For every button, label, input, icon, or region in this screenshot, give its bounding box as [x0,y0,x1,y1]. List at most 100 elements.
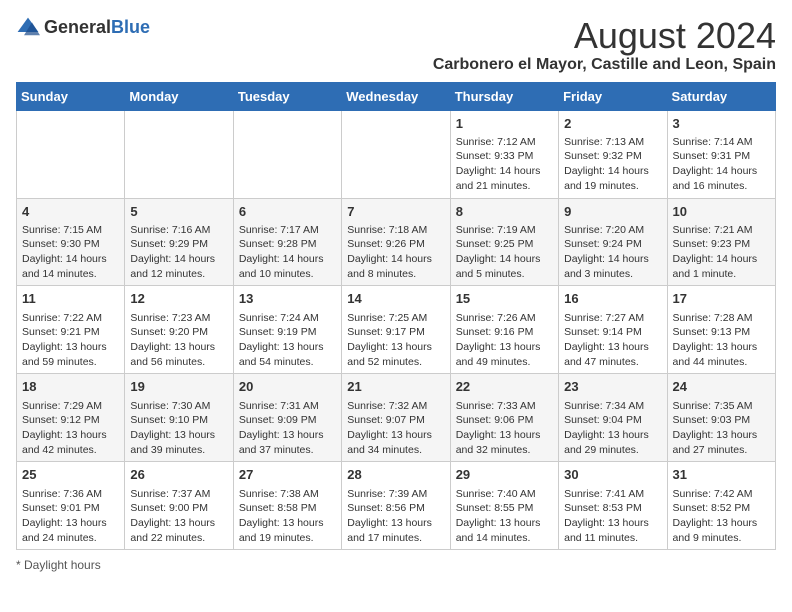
day-info: Sunrise: 7:33 AM [456,399,553,414]
day-info: Sunrise: 7:38 AM [239,487,336,502]
calendar-cell: 28Sunrise: 7:39 AMSunset: 8:56 PMDayligh… [342,462,450,550]
footer-text: Daylight hours [24,558,101,572]
day-info: Daylight: 13 hours and 29 minutes. [564,428,661,457]
day-number: 23 [564,378,661,396]
day-number: 7 [347,203,444,221]
day-info: Sunrise: 7:35 AM [673,399,770,414]
footer-note: * Daylight hours [16,558,776,572]
day-info: Sunrise: 7:19 AM [456,223,553,238]
day-info: Sunrise: 7:12 AM [456,135,553,150]
day-info: Daylight: 13 hours and 34 minutes. [347,428,444,457]
day-header-sunday: Sunday [17,82,125,110]
day-info: Sunrise: 7:20 AM [564,223,661,238]
day-info: Daylight: 14 hours and 19 minutes. [564,164,661,193]
day-info: Sunset: 9:09 PM [239,413,336,428]
day-header-thursday: Thursday [450,82,558,110]
day-info: Daylight: 14 hours and 21 minutes. [456,164,553,193]
day-info: Sunrise: 7:17 AM [239,223,336,238]
day-info: Sunrise: 7:37 AM [130,487,227,502]
day-info: Sunset: 9:03 PM [673,413,770,428]
day-number: 8 [456,203,553,221]
day-info: Sunset: 9:14 PM [564,325,661,340]
day-info: Daylight: 13 hours and 27 minutes. [673,428,770,457]
day-info: Sunrise: 7:24 AM [239,311,336,326]
day-info: Sunrise: 7:39 AM [347,487,444,502]
day-info: Sunset: 9:10 PM [130,413,227,428]
day-number: 19 [130,378,227,396]
day-number: 21 [347,378,444,396]
day-info: Sunset: 9:21 PM [22,325,119,340]
calendar-cell: 24 Sunrise: 7:35 AMSunset: 9:03 PMDayligh… [667,374,775,462]
day-info: Daylight: 13 hours and 49 minutes. [456,340,553,369]
logo: GeneralBlue [16,16,150,40]
week-row-4: 18Sunrise: 7:29 AMSunset: 9:12 PMDayligh… [17,374,776,462]
day-number: 4 [22,203,119,221]
calendar-cell: 18Sunrise: 7:29 AMSunset: 9:12 PMDayligh… [17,374,125,462]
day-header-saturday: Saturday [667,82,775,110]
week-row-3: 11Sunrise: 7:22 AMSunset: 9:21 PMDayligh… [17,286,776,374]
day-info: Sunrise: 7:31 AM [239,399,336,414]
day-number: 10 [673,203,770,221]
day-info: Sunset: 9:16 PM [456,325,553,340]
day-info: Sunset: 9:17 PM [347,325,444,340]
day-info: Daylight: 13 hours and 17 minutes. [347,516,444,545]
day-info: Sunrise: 7:30 AM [130,399,227,414]
day-number: 9 [564,203,661,221]
calendar-cell [125,110,233,198]
day-header-wednesday: Wednesday [342,82,450,110]
day-info: Daylight: 13 hours and 22 minutes. [130,516,227,545]
day-info: Sunset: 9:07 PM [347,413,444,428]
day-number: 22 [456,378,553,396]
day-info: Sunset: 8:53 PM [564,501,661,516]
month-year-title: August 2024 [433,16,776,56]
day-number: 13 [239,290,336,308]
calendar-cell: 22Sunrise: 7:33 AMSunset: 9:06 PMDayligh… [450,374,558,462]
day-number: 24 [673,378,770,396]
calendar-cell: 13Sunrise: 7:24 AMSunset: 9:19 PMDayligh… [233,286,341,374]
day-info: Daylight: 14 hours and 5 minutes. [456,252,553,281]
day-info: Daylight: 13 hours and 59 minutes. [22,340,119,369]
calendar-cell: 21 Sunrise: 7:32 AMSunset: 9:07 PMDayligh… [342,374,450,462]
day-info: Daylight: 14 hours and 10 minutes. [239,252,336,281]
header-row: SundayMondayTuesdayWednesdayThursdayFrid… [17,82,776,110]
day-info: Daylight: 13 hours and 42 minutes. [22,428,119,457]
location-subtitle: Carbonero el Mayor, Castille and Leon, S… [433,56,776,74]
week-row-1: 1Sunrise: 7:12 AMSunset: 9:33 PMDaylight… [17,110,776,198]
day-info: Daylight: 13 hours and 9 minutes. [673,516,770,545]
logo-general: General [44,17,111,37]
calendar-cell: 26Sunrise: 7:37 AMSunset: 9:00 PMDayligh… [125,462,233,550]
calendar-cell: 11Sunrise: 7:22 AMSunset: 9:21 PMDayligh… [17,286,125,374]
calendar-cell [17,110,125,198]
day-number: 6 [239,203,336,221]
day-number: 17 [673,290,770,308]
day-info: Sunrise: 7:28 AM [673,311,770,326]
calendar-cell: 7Sunrise: 7:18 AMSunset: 9:26 PMDaylight… [342,198,450,286]
calendar-cell: 16Sunrise: 7:27 AMSunset: 9:14 PMDayligh… [559,286,667,374]
calendar-cell: 31Sunrise: 7:42 AMSunset: 8:52 PMDayligh… [667,462,775,550]
day-number: 1 [456,115,553,133]
day-info: Sunrise: 7:21 AM [673,223,770,238]
day-info: Sunrise: 7:42 AM [673,487,770,502]
day-info: Sunrise: 7:32 AM [347,399,444,414]
day-info: Sunrise: 7:27 AM [564,311,661,326]
header: GeneralBlue August 2024 Carbonero el May… [16,16,776,74]
day-info: Sunrise: 7:18 AM [347,223,444,238]
day-info: Sunset: 9:13 PM [673,325,770,340]
calendar-cell: 9Sunrise: 7:20 AMSunset: 9:24 PMDaylight… [559,198,667,286]
day-info: Daylight: 13 hours and 52 minutes. [347,340,444,369]
day-info: Sunset: 9:06 PM [456,413,553,428]
day-number: 30 [564,466,661,484]
day-info: Sunset: 9:04 PM [564,413,661,428]
day-number: 26 [130,466,227,484]
day-info: Sunset: 8:52 PM [673,501,770,516]
calendar-cell: 3Sunrise: 7:14 AMSunset: 9:31 PMDaylight… [667,110,775,198]
calendar-cell: 30Sunrise: 7:41 AMSunset: 8:53 PMDayligh… [559,462,667,550]
day-info: Sunrise: 7:26 AM [456,311,553,326]
day-number: 29 [456,466,553,484]
calendar-cell: 25Sunrise: 7:36 AMSunset: 9:01 PMDayligh… [17,462,125,550]
logo-blue: Blue [111,17,150,37]
day-info: Daylight: 14 hours and 14 minutes. [22,252,119,281]
day-info: Sunrise: 7:15 AM [22,223,119,238]
day-info: Daylight: 14 hours and 8 minutes. [347,252,444,281]
calendar-cell: 4Sunrise: 7:15 AMSunset: 9:30 PMDaylight… [17,198,125,286]
